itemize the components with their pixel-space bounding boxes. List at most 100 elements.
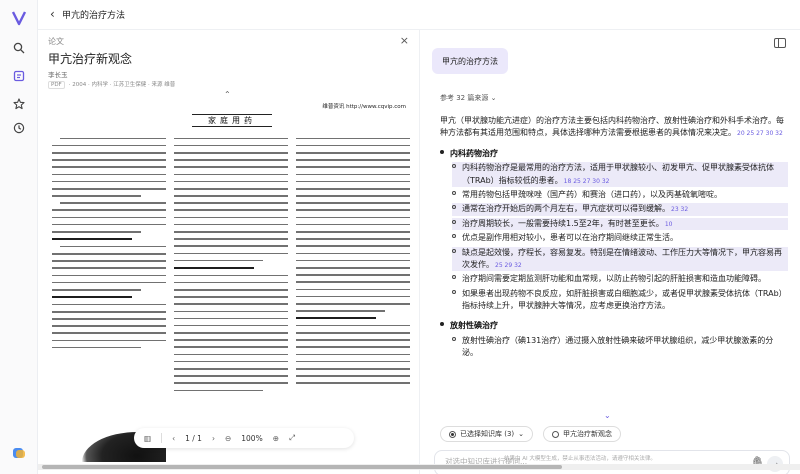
references-label: 参考 32 篇来源	[440, 94, 489, 102]
chat-panel: 甲亢的治疗方法 参考 32 篇来源 ⌄ 甲亢（甲状腺功能亢进症）的治疗方法主要包…	[420, 30, 800, 474]
pdf-page-scan: 维普资讯 http://www.cqvip.com 家庭用药	[48, 100, 414, 464]
horizontal-scrollbar[interactable]	[38, 464, 800, 470]
close-icon[interactable]: ×	[400, 34, 409, 47]
fullscreen-icon[interactable]: ⤢	[289, 433, 295, 443]
pdf-badge: PDF	[48, 81, 65, 89]
scope-document-label: 甲亢治疗新观念	[563, 430, 613, 438]
search-icon[interactable]	[11, 40, 27, 56]
hollow-bullet-icon	[452, 336, 456, 341]
scope-option-document[interactable]: 甲亢治疗新观念	[543, 426, 622, 442]
page-title: 甲亢的治疗方法	[62, 11, 126, 21]
answer-item-text: 通常在治疗开始后的两个月左右，甲亢症状可以得到缓解。	[462, 204, 670, 214]
ai-disclaimer: 结果由 AI 大模型生成，禁止从事违法活动，请遵守相关法律。	[504, 456, 656, 462]
answer-list-item: 治疗期间需要定期监测肝功能和血常规，以防止药物引起的肝脏损害和造血功能障碍。	[452, 273, 788, 285]
references-toggle[interactable]: 参考 32 篇来源 ⌄	[440, 93, 496, 103]
article-column-2	[174, 132, 288, 462]
citation[interactable]: 23 32	[671, 206, 688, 213]
page-indicator: 1 / 1	[185, 433, 202, 443]
hollow-bullet-icon	[452, 190, 456, 195]
hollow-bullet-icon	[452, 205, 456, 210]
hollow-bullet-icon	[452, 219, 456, 224]
radio-checked-icon	[449, 430, 456, 438]
prev-page-icon[interactable]: ‹	[172, 434, 175, 443]
answer-item-body: 内科药物治疗是最常用的治疗方法，适用于甲状腺较小、初发甲亢、促甲状腺素受体抗体（…	[462, 162, 788, 187]
pdf-toolbar: ▥ ‹ 1 / 1 › ⊖ 100% ⊕ ⤢	[134, 428, 354, 448]
answer-list-item: 放射性碘治疗（碘131治疗）通过摄入放射性碘来破坏甲状腺组织，减少甲状腺激素的分…	[452, 335, 788, 360]
chevron-left-icon[interactable]: ‹	[50, 7, 55, 21]
answer-list-item: 如果患者出现药物不良反应，如肝脏损害或白细胞减少，或者促甲状腺素受体抗体（TRA…	[452, 288, 788, 313]
answer-list-item: 治疗周期较长，一般需要持续1.5至2年，有时甚至更长。10	[452, 217, 788, 231]
answer-intro-text: 甲亢（甲状腺功能亢进症）的治疗方法主要包括内科药物治疗、放射性碘治疗和外科手术治…	[440, 116, 784, 138]
journal-url: 维普资讯 http://www.cqvip.com	[322, 104, 406, 110]
total-pages: 1	[197, 433, 202, 443]
answer-item-text: 治疗周期较长，一般需要持续1.5至2年，有时甚至更长。	[462, 218, 664, 228]
brand-mark-icon	[13, 448, 25, 458]
hollow-bullet-icon	[452, 275, 456, 280]
article-columns	[52, 132, 410, 462]
answer-item-text: 放射性碘治疗（碘131治疗）通过摄入放射性碘来破坏甲状腺组织，减少甲状腺激素的分…	[462, 335, 774, 358]
scrollbar-thumb[interactable]	[42, 465, 562, 469]
section-title: 内科药物治疗	[450, 148, 498, 158]
knowledge-scope: 已选择知识库 (3) ⌄ 甲亢治疗新观念	[440, 426, 622, 442]
article-column-1	[52, 132, 166, 462]
next-page-icon[interactable]: ›	[212, 434, 215, 443]
answer-section-heading: 内科药物治疗	[440, 148, 788, 160]
section-title: 放射性碘治疗	[450, 321, 498, 331]
hollow-bullet-icon	[452, 164, 456, 169]
answer-intro: 甲亢（甲状腺功能亢进症）的治疗方法主要包括内科药物治疗、放射性碘治疗和外科手术治…	[440, 115, 788, 140]
answer-list: 内科药物治疗是最常用的治疗方法，适用于甲状腺较小、初发甲亢、促甲状腺素受体抗体（…	[452, 162, 788, 312]
bullet-icon	[440, 149, 444, 154]
radio-unchecked-icon	[552, 430, 560, 438]
answer-list-item: 优点是副作用相对较小，患者可以在治疗期间继续正常生活。	[452, 232, 788, 244]
zoom-out-icon[interactable]: ⊖	[225, 434, 231, 443]
answer-list-item: 缺点是起效慢，疗程长，容易复发。特别是在情绪波动、工作压力大等情况下，甲亢容易再…	[452, 246, 788, 272]
answer-item-body: 常用药物包括甲巯咪唑（国产药）和赛治（进口药），以及丙基硫氧嘧啶。	[462, 189, 722, 201]
scope-selected-label: 已选择知识库 (3)	[460, 430, 515, 438]
article-column-3	[296, 132, 410, 462]
zoom-in-icon[interactable]: ⊕	[273, 434, 279, 443]
citation[interactable]: 25 29 32	[495, 262, 522, 269]
app-logo-icon[interactable]	[11, 10, 27, 26]
answer-item-text: 优点是副作用相对较小，患者可以在治疗期间继续正常生活。	[462, 233, 678, 243]
panel-toggle-icon[interactable]	[774, 38, 786, 48]
top-bar: ‹ 甲亢的治疗方法	[38, 0, 800, 30]
document-panel: 论文 × 甲亢治疗新观念 李长玉 PDF · 2004 · 内科学 · 江苏卫生保…	[38, 30, 420, 474]
current-page[interactable]: 1	[185, 434, 190, 443]
document-meta-text: · 2004 · 内科学 · 江苏卫生保健 · 来源 维普	[68, 82, 176, 88]
library-icon[interactable]	[11, 68, 27, 84]
section-heading: 家庭用药	[192, 114, 272, 127]
answer-list: 放射性碘治疗（碘131治疗）通过摄入放射性碘来破坏甲状腺组织，减少甲状腺激素的分…	[452, 335, 788, 360]
left-rail	[0, 0, 38, 474]
answer-item-body: 通常在治疗开始后的两个月左右，甲亢症状可以得到缓解。23 32	[462, 203, 688, 215]
star-icon[interactable]	[11, 96, 27, 112]
answer-list-item: 内科药物治疗是最常用的治疗方法，适用于甲状腺较小、初发甲亢、促甲状腺素受体抗体（…	[452, 162, 788, 187]
document-title: 甲亢治疗新观念	[48, 52, 133, 66]
citation[interactable]: 20 25 27 30 32	[737, 130, 783, 137]
hollow-bullet-icon	[452, 289, 456, 294]
bullet-icon	[440, 322, 444, 327]
citation[interactable]: 18 25 27 30 32	[564, 178, 610, 185]
zoom-level: 100%	[241, 433, 263, 443]
hollow-bullet-icon	[452, 234, 456, 239]
answer-item-text: 治疗期间需要定期监测肝功能和血常规，以防止药物引起的肝脏损害和造血功能障碍。	[462, 274, 766, 284]
answer-item-text: 如果患者出现药物不良反应，如肝脏损害或白细胞减少，或者促甲状腺素受体抗体（TRA…	[462, 288, 787, 311]
sidebar-toggle-icon[interactable]: ▥	[144, 434, 151, 443]
scope-option-selected[interactable]: 已选择知识库 (3) ⌄	[440, 426, 534, 442]
answer-item-body: 缺点是起效慢，疗程长，容易复发。特别是在情绪波动、工作压力大等情况下，甲亢容易再…	[462, 247, 788, 272]
user-question-bubble: 甲亢的治疗方法	[432, 48, 508, 74]
document-author[interactable]: 李长玉	[48, 69, 68, 79]
answer-section-heading: 放射性碘治疗	[440, 320, 788, 332]
document-type-label: 论文	[48, 37, 64, 46]
answer-item-body: 优点是副作用相对较小，患者可以在治疗期间继续正常生活。	[462, 232, 678, 244]
citation[interactable]: 10	[665, 221, 673, 228]
history-icon[interactable]	[11, 120, 27, 136]
answer-item-body: 放射性碘治疗（碘131治疗）通过摄入放射性碘来破坏甲状腺组织，减少甲状腺激素的分…	[462, 335, 788, 360]
answer-item-text: 常用药物包括甲巯咪唑（国产药）和赛治（进口药），以及丙基硫氧嘧啶。	[462, 189, 722, 199]
answer-item-body: 如果患者出现药物不良反应，如肝脏损害或白细胞减少，或者促甲状腺素受体抗体（TRA…	[462, 288, 788, 313]
scroll-down-icon[interactable]: ⌄	[604, 411, 611, 420]
answer-item-text: 内科药物治疗是最常用的治疗方法，适用于甲状腺较小、初发甲亢、促甲状腺素受体抗体（…	[462, 163, 774, 185]
document-meta: PDF · 2004 · 内科学 · 江苏卫生保健 · 来源 维普	[48, 80, 175, 89]
answer-list-item: 常用药物包括甲巯咪唑（国产药）和赛治（进口药），以及丙基硫氧嘧啶。	[452, 189, 788, 201]
collapse-caret-icon[interactable]: ⌃	[224, 90, 231, 99]
answer-item-body: 治疗期间需要定期监测肝功能和血常规，以防止药物引起的肝脏损害和造血功能障碍。	[462, 273, 766, 285]
